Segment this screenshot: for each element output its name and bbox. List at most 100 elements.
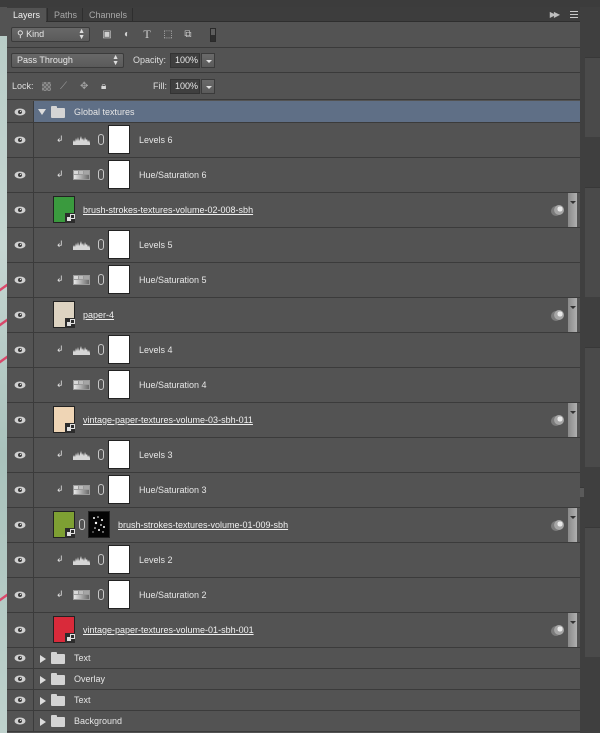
smart-object-layer-row[interactable]: vintage-paper-textures-volume-03-sbh-011 <box>7 403 580 438</box>
filter-kind-select[interactable]: ⚲ Kind ▲ ▼ <box>11 27 90 42</box>
adjustment-layer-row[interactable]: ↲ Levels 3 <box>7 438 580 473</box>
scroll-handle[interactable] <box>580 487 584 497</box>
link-chain-icon[interactable] <box>98 449 104 460</box>
hue-saturation-adjustment-icon[interactable] <box>73 380 90 390</box>
visibility-cell[interactable] <box>7 228 34 262</box>
layer-mask-thumbnail[interactable] <box>108 335 130 364</box>
blend-mode-select[interactable]: Pass Through ▲ ▼ <box>11 53 124 68</box>
opacity-dropdown-button[interactable] <box>201 53 215 68</box>
opacity-input[interactable]: 100% <box>170 53 200 68</box>
eye-icon[interactable] <box>14 556 26 564</box>
link-chain-icon[interactable] <box>98 554 104 565</box>
eye-icon[interactable] <box>14 675 26 683</box>
expand-triangle-right-icon[interactable] <box>40 676 46 684</box>
fill-dropdown-button[interactable] <box>201 79 215 94</box>
visibility-cell[interactable] <box>7 333 34 367</box>
adjustment-layer-row[interactable]: ↲ Levels 4 <box>7 333 580 368</box>
visibility-cell[interactable] <box>7 613 34 647</box>
layer-mask-thumbnail[interactable] <box>108 125 130 154</box>
tab-layers[interactable]: Layers <box>7 8 47 22</box>
lock-transparent-icon[interactable] <box>42 82 51 91</box>
visibility-cell[interactable] <box>7 473 34 507</box>
visibility-cell[interactable] <box>7 508 34 542</box>
link-chain-icon[interactable] <box>98 239 104 250</box>
filter-toggle-icon[interactable] <box>210 28 216 42</box>
visibility-cell[interactable] <box>7 578 34 612</box>
layer-name[interactable]: Levels 6 <box>139 135 173 145</box>
visibility-cell[interactable] <box>7 193 34 227</box>
lock-all-icon[interactable]: 🔒︎ <box>101 79 106 94</box>
eye-icon[interactable] <box>14 654 26 662</box>
levels-adjustment-icon[interactable] <box>73 135 90 145</box>
effects-expand-button[interactable] <box>568 298 577 332</box>
layer-mask-thumbnail[interactable] <box>108 580 130 609</box>
eye-icon[interactable] <box>14 416 26 424</box>
visibility-cell[interactable] <box>7 101 34 122</box>
expand-triangle-right-icon[interactable] <box>40 697 46 705</box>
smart-object-layer-row[interactable]: brush-strokes-textures-volume-01-009-sbh <box>7 508 580 543</box>
visibility-cell[interactable] <box>7 690 34 710</box>
layer-name[interactable]: Background <box>74 716 122 726</box>
eye-icon[interactable] <box>14 311 26 319</box>
layer-effects-icon[interactable] <box>554 625 564 635</box>
adjustment-filter-icon[interactable]: ◐ <box>121 29 133 40</box>
adjustment-layer-row[interactable]: ↲ Levels 2 <box>7 543 580 578</box>
panel-scrollbar-area[interactable] <box>580 7 600 733</box>
adjustment-layer-row[interactable]: ↲ Levels 5 <box>7 228 580 263</box>
levels-adjustment-icon[interactable] <box>73 345 90 355</box>
layer-name[interactable]: brush-strokes-textures-volume-02-008-sbh <box>83 205 253 215</box>
eye-icon[interactable] <box>14 206 26 214</box>
lock-paint-icon[interactable]: ⟋ <box>60 79 67 94</box>
link-chain-icon[interactable] <box>98 169 104 180</box>
layer-name[interactable]: Hue/Saturation 6 <box>139 170 207 180</box>
smart-object-layer-row[interactable]: brush-strokes-textures-volume-02-008-sbh <box>7 193 580 228</box>
layer-mask-thumbnail[interactable] <box>108 545 130 574</box>
adjustment-layer-row[interactable]: ↲ Hue/Saturation 4 <box>7 368 580 403</box>
link-chain-icon[interactable] <box>79 519 85 530</box>
type-filter-icon[interactable]: T <box>141 28 153 40</box>
layer-name[interactable]: Text <box>74 695 91 705</box>
visibility-cell[interactable] <box>7 669 34 689</box>
layer-mask-thumbnail[interactable] <box>108 230 130 259</box>
eye-icon[interactable] <box>14 241 26 249</box>
smart-object-filter-icon[interactable]: ⧉ <box>182 29 194 40</box>
hue-saturation-adjustment-icon[interactable] <box>73 590 90 600</box>
layer-thumbnail[interactable] <box>53 406 75 433</box>
hue-saturation-adjustment-icon[interactable] <box>73 485 90 495</box>
eye-icon[interactable] <box>14 696 26 704</box>
layer-name[interactable]: Levels 2 <box>139 555 173 565</box>
layer-mask-thumbnail[interactable] <box>108 440 130 469</box>
visibility-cell[interactable] <box>7 438 34 472</box>
layer-effects-icon[interactable] <box>554 205 564 215</box>
shape-filter-icon[interactable]: ⬚ <box>162 29 174 40</box>
expand-triangle-down-icon[interactable] <box>38 109 46 115</box>
eye-icon[interactable] <box>14 451 26 459</box>
layer-mask-thumbnail[interactable] <box>108 370 130 399</box>
eye-icon[interactable] <box>14 276 26 284</box>
visibility-cell[interactable] <box>7 158 34 192</box>
visibility-cell[interactable] <box>7 711 34 731</box>
layer-group-row[interactable]: Global textures <box>7 101 580 123</box>
layer-mask-thumbnail[interactable] <box>108 475 130 504</box>
hue-saturation-adjustment-icon[interactable] <box>73 275 90 285</box>
layer-group-row[interactable]: Text <box>7 690 580 711</box>
smart-object-layer-row[interactable]: vintage-paper-textures-volume-01-sbh-001 <box>7 613 580 648</box>
effects-expand-button[interactable] <box>568 613 577 647</box>
layer-name[interactable]: paper-4 <box>83 310 114 320</box>
eye-icon[interactable] <box>14 626 26 634</box>
layer-name[interactable]: Global textures <box>74 107 135 117</box>
layer-name[interactable]: Hue/Saturation 5 <box>139 275 207 285</box>
layer-group-row[interactable]: Overlay <box>7 669 580 690</box>
layer-group-row[interactable]: Background <box>7 711 580 732</box>
effects-expand-button[interactable] <box>568 403 577 437</box>
link-chain-icon[interactable] <box>98 484 104 495</box>
layer-name[interactable]: Levels 4 <box>139 345 173 355</box>
link-chain-icon[interactable] <box>98 134 104 145</box>
layer-mask-thumbnail[interactable] <box>108 265 130 294</box>
visibility-cell[interactable] <box>7 263 34 297</box>
layer-name[interactable]: Overlay <box>74 674 105 684</box>
adjustment-layer-row[interactable]: ↲ Hue/Saturation 2 <box>7 578 580 613</box>
layer-thumbnail[interactable] <box>53 196 75 223</box>
eye-icon[interactable] <box>14 717 26 725</box>
layer-effects-icon[interactable] <box>554 415 564 425</box>
